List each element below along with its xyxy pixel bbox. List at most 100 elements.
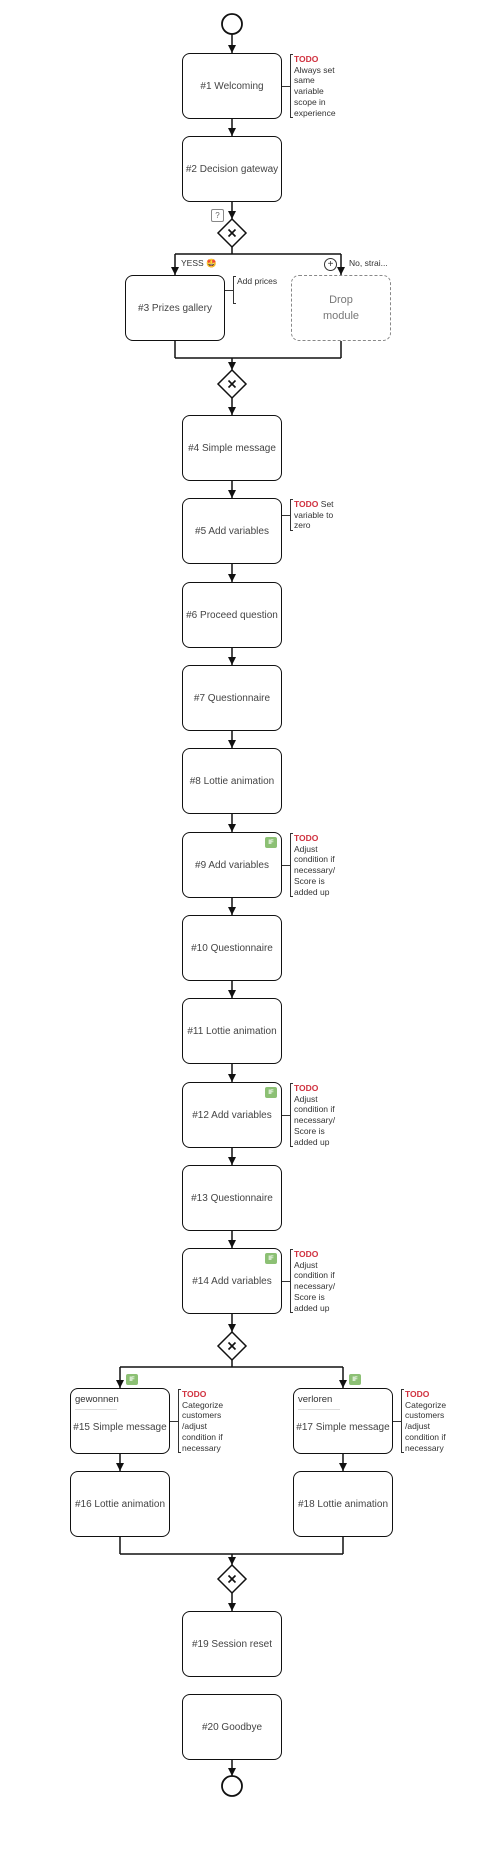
flow-node-4[interactable]: #4 Simple message [182,415,282,481]
end-event[interactable] [221,1775,243,1797]
flow-node-6[interactable]: #6 Proceed question [182,582,282,648]
node-label: #9 Add variables [195,859,269,871]
divider [298,1409,340,1410]
annotation-connector [282,86,290,87]
flow-node-11[interactable]: #11 Lottie animation [182,998,282,1064]
annotation-note[interactable]: TODO Adjust condition if necessary/ Score… [290,1249,340,1314]
flow-node-16[interactable]: #16 Lottie animation [70,1471,170,1537]
annotation-note[interactable]: TODO Categorize customers /adjust conditi… [178,1389,228,1454]
if-condition-badge[interactable]: IF [265,1253,277,1264]
if-condition-badge[interactable]: IF [265,1087,277,1098]
node-label: #1 Welcoming [200,80,264,92]
question-icon[interactable]: ? [211,209,224,222]
flow-node-2[interactable]: #2 Decision gateway [182,136,282,202]
arrow-head-icon [228,990,236,998]
start-event[interactable] [221,13,243,35]
arrow-head-icon [228,1324,236,1332]
annotation-connector [170,1421,178,1422]
flow-node-8[interactable]: #8 Lottie animation [182,748,282,814]
arrow-head-icon [228,1074,236,1082]
arrow-head-icon [116,1380,124,1388]
annotation-note[interactable]: TODO Categorize customers /adjust conditi… [401,1389,451,1454]
flow-node-19[interactable]: #19 Session reset [182,1611,282,1677]
arrow-head-icon [228,824,236,832]
node-label: #14 Add variables [192,1275,272,1287]
arrow-head-icon [171,267,179,275]
flow-node-5[interactable]: #5 Add variables [182,498,282,564]
flow-node-10[interactable]: #10 Questionnaire [182,915,282,981]
exclusive-gateway[interactable] [216,1563,248,1595]
arrow-head-icon [228,1768,236,1776]
annotation-note[interactable]: TODO Set variable to zero [290,499,340,532]
node-label: #13 Questionnaire [191,1192,273,1204]
flow-node-14[interactable]: #14 Add variables IF [182,1248,282,1314]
node-label: #15 Simple message [73,1422,167,1433]
branch-label-no[interactable]: No, strai... [349,258,388,268]
flow-node-20[interactable]: #20 Goodbye [182,1694,282,1760]
flow-node-18[interactable]: #18 Lottie animation [293,1471,393,1537]
exclusive-gateway[interactable] [216,217,248,249]
drop-module-placeholder[interactable]: Drop module [291,275,391,341]
if-condition-badge[interactable]: IF [126,1374,138,1385]
arrow-head-icon [228,45,236,53]
branch-condition-label: verloren [298,1394,333,1405]
arrow-head-icon [228,1240,236,1248]
plus-circle-icon[interactable]: + [324,258,337,271]
note-text: Categorize customers /adjust condition i… [182,1399,224,1453]
arrow-head-icon [228,211,236,219]
node-label: #5 Add variables [195,525,269,537]
arrow-head-icon [228,490,236,498]
node-label: #4 Simple message [188,442,276,454]
node-label: #10 Questionnaire [191,942,273,954]
node-label: #17 Simple message [296,1422,390,1433]
node-label: #8 Lottie animation [189,775,275,787]
annotation-note[interactable]: TODO Always set same variable scope in ex… [290,54,340,119]
node-label: #20 Goodbye [201,1721,263,1733]
arrow-head-icon [337,267,345,275]
arrow-head-icon [228,574,236,582]
flow-node-15[interactable]: gewonnen #15 Simple message [70,1388,170,1454]
annotation-note[interactable]: TODO Adjust condition if necessary/ Score… [290,833,340,898]
node-label: Drop module [322,294,360,322]
todo-tag: TODO [294,499,319,509]
exclusive-gateway[interactable] [216,368,248,400]
arrow-head-icon [228,1603,236,1611]
arrow-head-icon [228,907,236,915]
todo-tag: TODO [405,1389,430,1399]
annotation-note[interactable]: Add prices [233,276,297,304]
divider [75,1409,117,1410]
flow-node-1[interactable]: #1 Welcoming [182,53,282,119]
flow-node-9[interactable]: #9 Add variables IF [182,832,282,898]
node-label: #7 Questionnaire [193,692,271,704]
flow-node-17[interactable]: verloren #17 Simple message [293,1388,393,1454]
node-label: #3 Prizes gallery [138,302,212,314]
annotation-connector [282,865,290,866]
arrow-head-icon [339,1380,347,1388]
todo-tag: TODO [182,1389,207,1399]
annotation-note[interactable]: TODO Adjust condition if necessary/ Score… [290,1083,340,1148]
arrow-head-icon [116,1463,124,1471]
node-label: #2 Decision gateway [185,163,279,175]
annotation-connector [393,1421,401,1422]
exclusive-gateway[interactable] [216,1330,248,1362]
note-text: Add prices [237,276,278,286]
arrow-head-icon [228,407,236,415]
flow-node-13[interactable]: #13 Questionnaire [182,1165,282,1231]
branch-label-yes[interactable]: YESS 🤩 [181,258,217,269]
note-text: Always set same variable scope in experi… [294,64,336,118]
arrow-head-icon [228,740,236,748]
annotation-connector [282,1115,290,1116]
arrow-head-icon [228,1557,236,1565]
annotation-connector [282,515,290,516]
flow-node-7[interactable]: #7 Questionnaire [182,665,282,731]
node-label: #19 Session reset [191,1638,273,1650]
node-label: #6 Proceed question [186,609,278,621]
node-label: #16 Lottie animation [74,1498,166,1510]
flow-node-3[interactable]: #3 Prizes gallery [125,275,225,341]
arrow-head-icon [339,1463,347,1471]
branch-condition-label: gewonnen [75,1394,119,1405]
flow-node-12[interactable]: #12 Add variables IF [182,1082,282,1148]
if-condition-badge[interactable]: IF [265,837,277,848]
annotation-connector [225,290,233,291]
if-condition-badge[interactable]: IF [349,1374,361,1385]
